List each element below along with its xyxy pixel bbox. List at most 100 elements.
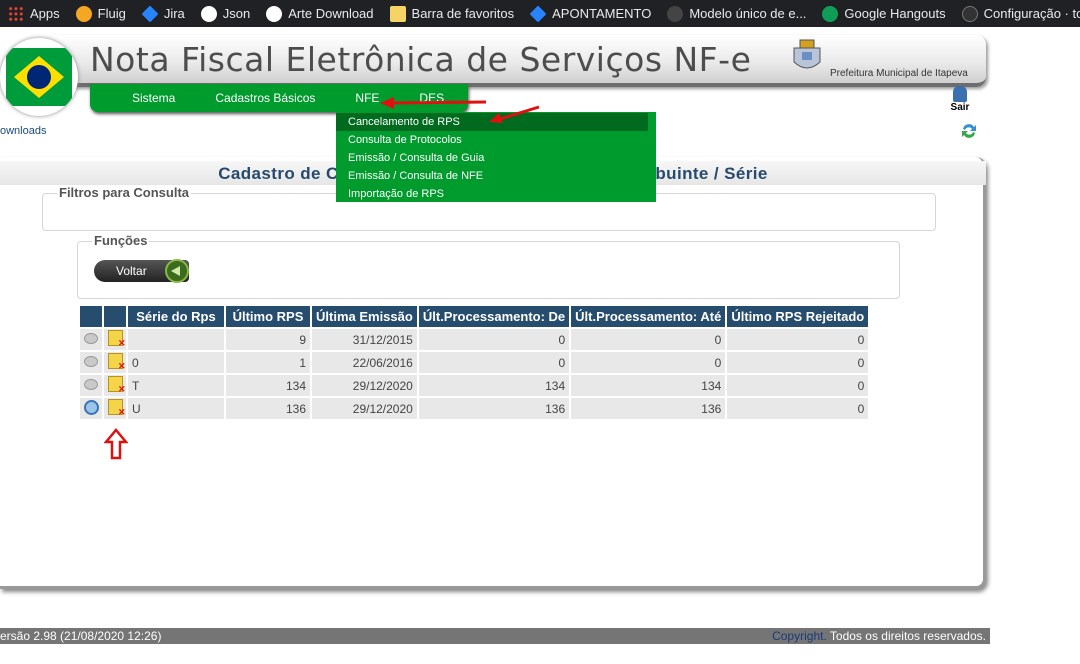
view-cell[interactable] xyxy=(80,375,102,396)
bookmark-modelo[interactable]: Modelo único de e... xyxy=(659,0,814,27)
cell-rejeitado: 0 xyxy=(727,398,869,419)
dropdown-item-emissao-guia[interactable]: Emissão / Consulta de Guia xyxy=(336,149,656,167)
header-serie[interactable]: Série do Rps xyxy=(128,306,224,327)
header-ultimo-rps[interactable]: Último RPS xyxy=(226,306,310,327)
apps-grid-icon xyxy=(8,5,24,22)
footer-bar: ersão 2.98 (21/08/2020 12:26) Copyright.… xyxy=(0,628,990,644)
cell-rejeitado: 0 xyxy=(727,329,869,350)
cell-proc-ate: 134 xyxy=(571,375,726,396)
copyright: Copyright. Todos os direitos reservados. xyxy=(772,629,986,643)
site-title: Nota Fiscal Eletrônica de Serviços NF-e xyxy=(90,40,752,79)
view-cell[interactable] xyxy=(80,329,102,350)
downloads-link[interactable]: ownloads xyxy=(0,125,46,137)
cell-proc-ate: 0 xyxy=(571,329,726,350)
cancel-rps-icon xyxy=(107,330,126,349)
city-name: Prefeitura Municipal de Itapeva xyxy=(830,68,968,79)
globe-icon xyxy=(200,5,217,22)
logout-button[interactable]: Sair xyxy=(944,86,976,113)
bookmark-configuracao[interactable]: Configuração · totv... xyxy=(954,0,1080,27)
bookmarks-bar: Apps Fluig Jira Json Arte Download Barra… xyxy=(0,0,1080,27)
bookmark-fluig[interactable]: Fluig xyxy=(68,0,134,27)
menu-cadastros-basicos[interactable]: Cadastros Básicos xyxy=(195,91,335,105)
cell-ultimo-rps: 9 xyxy=(226,329,310,350)
bookmark-json[interactable]: Json xyxy=(193,0,258,27)
annotation-arrow-up xyxy=(104,428,128,460)
github-icon xyxy=(961,5,978,22)
bookmark-apontamento[interactable]: APONTAMENTO xyxy=(522,0,659,27)
cancel-cell[interactable] xyxy=(104,375,126,396)
city-emblem-icon xyxy=(793,39,821,69)
cell-serie: T xyxy=(128,375,224,396)
cancel-rps-icon xyxy=(107,353,126,372)
functions-fieldset: Funções Voltar xyxy=(77,233,900,299)
cancel-cell[interactable] xyxy=(104,352,126,373)
annotation-arrow-nfe xyxy=(380,97,487,109)
cancel-cell[interactable] xyxy=(104,329,126,350)
cell-proc-de: 0 xyxy=(418,329,570,350)
view-icon xyxy=(84,332,98,344)
view-icon xyxy=(84,378,98,390)
dropdown-item-emissao-nfe[interactable]: Emissão / Consulta de NFE xyxy=(336,167,656,185)
view-cell[interactable] xyxy=(80,352,102,373)
brazil-flag-logo xyxy=(0,38,78,116)
cancel-cell[interactable] xyxy=(104,398,126,419)
cell-proc-ate: 0 xyxy=(571,352,726,373)
filters-legend: Filtros para Consulta xyxy=(57,185,192,200)
cell-proc-de: 136 xyxy=(418,398,570,419)
header-proc-de[interactable]: Últ.Processamento: De xyxy=(418,306,570,327)
bookmark-arte-download[interactable]: Arte Download xyxy=(258,0,381,27)
table-row: 0 1 22/06/2016 0 0 0 xyxy=(80,352,869,373)
cell-emissao: 31/12/2015 xyxy=(312,329,417,350)
cell-ultimo-rps: 136 xyxy=(226,398,310,419)
functions-legend: Funções xyxy=(92,233,150,248)
bookmark-folder-favoritos[interactable]: Barra de favoritos xyxy=(382,0,523,27)
dropdown-item-importacao-rps[interactable]: Importação de RPS xyxy=(336,185,656,203)
view-cell[interactable] xyxy=(80,398,102,419)
cell-emissao: 29/12/2020 xyxy=(312,375,417,396)
version-text: ersão 2.98 (21/08/2020 12:26) xyxy=(0,629,162,643)
view-icon xyxy=(84,355,98,367)
hangouts-icon xyxy=(822,5,839,22)
cell-rejeitado: 0 xyxy=(727,352,869,373)
back-arrow-icon xyxy=(165,259,189,283)
back-button[interactable]: Voltar xyxy=(94,259,189,283)
jira-icon xyxy=(141,5,159,22)
table-header-row: Série do Rps Último RPS Última Emissão Ú… xyxy=(80,306,869,327)
main-panel: Cadastro de Con ibuinte / Série Filtros p… xyxy=(0,157,986,589)
logout-label: Sair xyxy=(950,102,970,113)
cell-rejeitado: 0 xyxy=(727,375,869,396)
copyright-link[interactable]: Copyright. xyxy=(772,629,827,643)
bookmark-apps[interactable]: Apps xyxy=(0,0,68,27)
header-view xyxy=(80,306,102,327)
annotation-arrow-cancelamento xyxy=(489,105,540,123)
page-icon xyxy=(667,5,684,22)
cancel-rps-icon xyxy=(107,399,126,418)
folder-icon xyxy=(389,5,406,22)
menu-sistema[interactable]: Sistema xyxy=(90,91,195,105)
cell-proc-de: 0 xyxy=(418,352,570,373)
cell-emissao: 29/12/2020 xyxy=(312,398,417,419)
cell-serie: 0 xyxy=(128,352,224,373)
cell-proc-ate: 136 xyxy=(571,398,726,419)
bookmark-hangouts[interactable]: Google Hangouts xyxy=(814,0,953,27)
header-rejeitado[interactable]: Último RPS Rejeitado xyxy=(727,306,869,327)
table-row: T 134 29/12/2020 134 134 0 xyxy=(80,375,869,396)
header-cancel xyxy=(104,306,126,327)
header-ultima-emissao[interactable]: Última Emissão xyxy=(312,306,417,327)
cancel-rps-icon xyxy=(107,376,126,395)
cell-serie: U xyxy=(128,398,224,419)
cell-ultimo-rps: 134 xyxy=(226,375,310,396)
table-row: 9 31/12/2015 0 0 0 xyxy=(80,329,869,350)
cell-proc-de: 134 xyxy=(418,375,570,396)
table-row: U 136 29/12/2020 136 136 0 xyxy=(80,398,869,419)
globe-icon xyxy=(266,5,283,22)
user-icon xyxy=(953,86,967,102)
bookmark-jira[interactable]: Jira xyxy=(134,0,193,27)
cell-serie xyxy=(128,329,224,350)
dropdown-item-consulta-protocolos[interactable]: Consulta de Protocolos xyxy=(336,131,656,149)
fluig-icon xyxy=(75,5,92,22)
refresh-icon[interactable] xyxy=(960,122,978,140)
cell-ultimo-rps: 1 xyxy=(226,352,310,373)
header-proc-ate[interactable]: Últ.Processamento: Até xyxy=(571,306,726,327)
rps-series-table: Série do Rps Último RPS Última Emissão Ú… xyxy=(78,304,870,421)
